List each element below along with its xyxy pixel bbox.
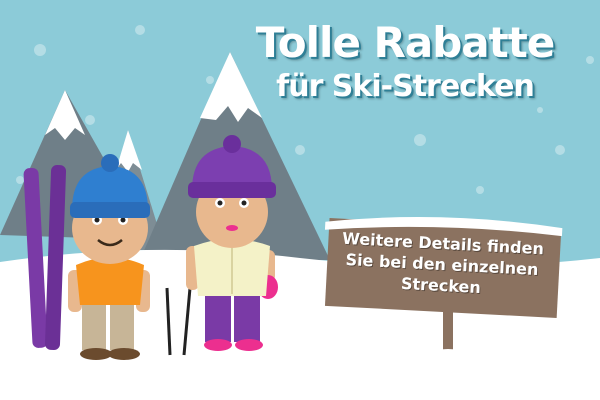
sign-text: Weitere Details finden Sie bei den einze… [341, 228, 545, 298]
headline-line-1: Tolle Rabatte [255, 18, 556, 67]
ski-discount-banner: Tolle Rabatte für Ski-Strecken Weitere D… [0, 0, 600, 400]
headline: Tolle Rabatte für Ski-Strecken [240, 18, 570, 106]
headline-line-2: für Ski-Strecken [276, 69, 535, 104]
